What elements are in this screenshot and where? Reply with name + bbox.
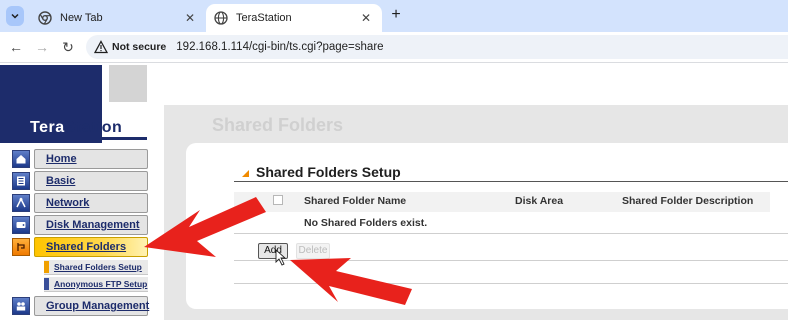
tab-new-tab[interactable]: New Tab ✕ — [30, 4, 206, 32]
sidebar-item-disk-management[interactable]: Disk Management — [10, 215, 148, 235]
terastation-logo[interactable]: TeraStation — [30, 119, 122, 137]
tab-terastation[interactable]: TeraStation ✕ — [206, 4, 382, 32]
sidebar-item-label: Home — [34, 149, 148, 169]
section-marker-icon — [242, 170, 249, 177]
select-all-checkbox[interactable] — [273, 195, 283, 205]
browser-toolbar: ← → ↻ Not secure 192.168.1.114/cgi-bin/t… — [0, 32, 788, 62]
globe-icon — [214, 11, 228, 25]
sidebar-subitem-label: Anonymous FTP Setup — [54, 279, 148, 289]
column-header-description: Shared Folder Description — [622, 195, 754, 207]
web-page: TeraStation Home Basic Network Disk Mana… — [0, 63, 788, 320]
subitem-marker — [44, 278, 49, 290]
row-divider — [234, 283, 788, 284]
tab-title: TeraStation — [236, 12, 292, 24]
basic-settings-icon — [12, 172, 30, 190]
group-icon — [12, 297, 30, 315]
tab-title: New Tab — [60, 12, 103, 24]
section-divider — [234, 181, 788, 182]
table-header-edge — [770, 192, 788, 212]
row-divider — [234, 233, 788, 234]
logo-gray-block — [109, 65, 147, 102]
logo-text-station: Station — [64, 119, 123, 136]
sidebar-item-basic[interactable]: Basic — [10, 171, 148, 191]
chevron-down-icon — [11, 13, 19, 19]
sidebar-item-label: Network — [34, 193, 148, 213]
warning-icon — [94, 40, 108, 54]
sidebar-subitem-label: Shared Folders Setup — [54, 262, 142, 272]
home-icon — [12, 150, 30, 168]
tab-search-button[interactable] — [6, 6, 24, 26]
empty-table-message: No Shared Folders exist. — [304, 217, 428, 229]
logo-underline — [0, 137, 147, 140]
subitem-marker — [44, 261, 49, 273]
sidebar-item-shared-folders[interactable]: Shared Folders — [10, 237, 148, 257]
column-header-disk-area: Disk Area — [515, 195, 564, 207]
browser-tab-strip: New Tab ✕ TeraStation ✕ + — [0, 0, 788, 32]
section-title: Shared Folders Setup — [256, 164, 401, 180]
forward-button[interactable]: → — [32, 37, 52, 57]
sidebar-item-network[interactable]: Network — [10, 193, 148, 213]
url-text[interactable]: 192.168.1.114/cgi-bin/ts.cgi?page=share — [176, 41, 383, 53]
close-icon[interactable]: ✕ — [182, 10, 198, 26]
new-tab-button[interactable]: + — [386, 6, 406, 26]
back-button[interactable]: ← — [6, 37, 26, 57]
address-bar[interactable]: Not secure 192.168.1.114/cgi-bin/ts.cgi?… — [86, 35, 788, 59]
logo-text-tera: Tera — [30, 119, 65, 136]
security-label: Not secure — [112, 41, 167, 53]
sidebar-subitem-anonymous-ftp-setup[interactable]: Anonymous FTP Setup — [44, 277, 148, 292]
sidebar-item-label: Group Management — [34, 296, 149, 316]
network-icon — [12, 194, 30, 212]
column-header-name: Shared Folder Name — [304, 195, 407, 207]
sidebar-item-home[interactable]: Home — [10, 149, 148, 169]
sidebar-item-group-management[interactable]: Group Management — [10, 296, 149, 316]
close-icon[interactable]: ✕ — [358, 10, 374, 26]
row-divider — [234, 260, 788, 261]
sidebar-subitem-shared-folders-setup[interactable]: Shared Folders Setup — [44, 260, 148, 275]
disk-icon — [12, 216, 30, 234]
chrome-icon — [38, 11, 52, 25]
page-title: Shared Folders — [212, 115, 344, 135]
add-button[interactable]: Add — [258, 243, 288, 259]
sidebar-item-label: Basic — [34, 171, 148, 191]
sidebar-item-label: Disk Management — [34, 215, 148, 235]
sidebar-item-label: Shared Folders — [34, 237, 148, 257]
site-info-button[interactable]: Not secure — [90, 37, 172, 57]
delete-button[interactable]: Delete — [296, 243, 330, 259]
shared-folder-icon — [12, 238, 30, 256]
reload-button[interactable]: ↻ — [58, 37, 78, 57]
